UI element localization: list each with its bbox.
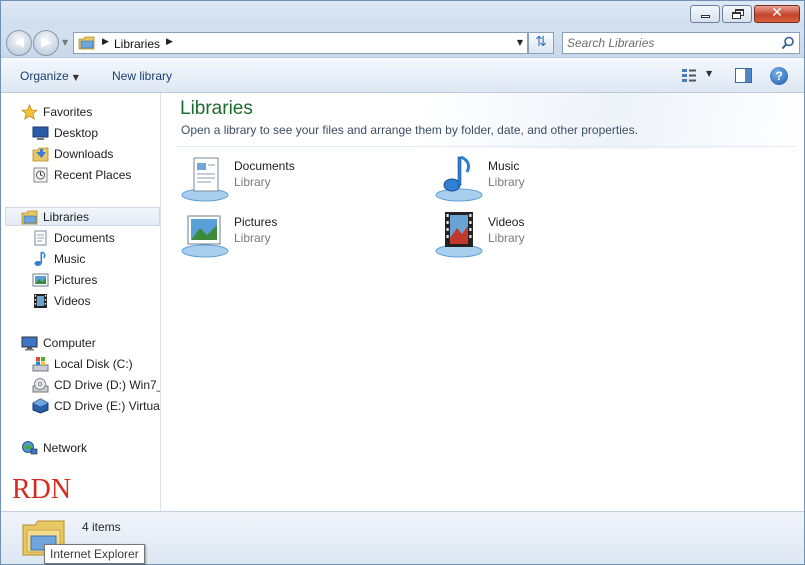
- documents-library-icon: [181, 157, 229, 202]
- library-item-videos[interactable]: Videos Library: [434, 210, 664, 260]
- change-view-icon[interactable]: [681, 68, 697, 82]
- sidebar-item-favorites[interactable]: Favorites: [21, 102, 160, 121]
- sidebar-item-pictures[interactable]: Pictures: [32, 270, 160, 289]
- caption-buttons: ✕: [688, 5, 800, 23]
- back-button[interactable]: ◀: [6, 30, 32, 56]
- navigation-pane: Favorites Desktop Downloads Recent Place…: [1, 93, 161, 511]
- item-count: 4 items: [82, 520, 121, 534]
- videos-icon: [34, 293, 47, 308]
- breadcrumb-chevron-icon[interactable]: ▶: [102, 37, 109, 47]
- forward-button[interactable]: ▶: [33, 30, 59, 56]
- library-type: Library: [234, 231, 271, 245]
- local-disk-icon: [32, 356, 49, 371]
- breadcrumb-libraries[interactable]: Libraries: [114, 37, 160, 51]
- new-library-button[interactable]: New library: [112, 69, 172, 83]
- preview-pane-icon[interactable]: [735, 68, 752, 83]
- search-box[interactable]: [562, 32, 800, 54]
- recent-places-icon: [33, 167, 48, 182]
- computer-icon: [21, 336, 38, 350]
- network-icon: [22, 440, 38, 454]
- sidebar-item-local-disk[interactable]: Local Disk (C:): [32, 354, 160, 373]
- refresh-icon: ⇅: [535, 34, 547, 50]
- videos-library-icon: [435, 212, 483, 258]
- minimize-button[interactable]: [690, 5, 720, 23]
- sidebar-item-cd-drive-e[interactable]: CD Drive (E:) VirtualB: [32, 396, 160, 415]
- close-icon: ✕: [771, 5, 783, 21]
- organize-button[interactable]: Organize ▼: [20, 69, 79, 83]
- sidebar-item-computer[interactable]: Computer: [21, 333, 160, 352]
- library-type: Library: [488, 175, 525, 189]
- library-item-pictures[interactable]: Pictures Library: [180, 210, 410, 260]
- breadcrumb-chevron-icon[interactable]: ▶: [166, 37, 173, 47]
- pictures-library-icon: [181, 215, 229, 258]
- sidebar-item-downloads[interactable]: Downloads: [32, 144, 160, 163]
- explorer-window: ✕ ◀ ▶ ▼ ▶ Libraries ▶ ▼ ⇅ Orga: [0, 0, 805, 565]
- sidebar-item-documents[interactable]: Documents: [32, 228, 160, 247]
- downloads-folder-icon: [32, 147, 49, 161]
- title-bar: ✕: [1, 1, 804, 29]
- libraries-folder-icon: [78, 36, 95, 50]
- details-pane: 4 items Internet Explorer: [1, 511, 804, 564]
- view-options-dropdown-icon[interactable]: ▼: [706, 69, 712, 78]
- libraries-folder-icon: [21, 210, 38, 224]
- sidebar-item-cd-drive-d[interactable]: CD Drive (D:) Win7_E: [32, 375, 160, 394]
- library-name: Pictures: [234, 215, 278, 229]
- library-type: Library: [488, 231, 525, 245]
- sidebar-item-recent-places[interactable]: Recent Places: [32, 165, 160, 184]
- star-icon: [21, 103, 38, 120]
- recent-pages-dropdown[interactable]: ▼: [62, 38, 68, 47]
- close-button[interactable]: ✕: [754, 5, 800, 23]
- restore-button[interactable]: [722, 5, 752, 23]
- virtualbox-cd-icon: [32, 397, 49, 414]
- page-subtitle: Open a library to see your files and arr…: [181, 123, 638, 137]
- page-title: Libraries: [180, 98, 253, 119]
- documents-icon: [34, 230, 47, 245]
- chevron-down-icon: ▼: [72, 73, 79, 82]
- library-name: Videos: [488, 215, 525, 229]
- navigation-bar: ◀ ▶ ▼ ▶ Libraries ▶ ▼ ⇅: [1, 29, 804, 57]
- content-pane: Libraries Open a library to see your fil…: [162, 93, 804, 511]
- divider: [176, 146, 796, 147]
- sidebar-item-libraries[interactable]: Libraries: [5, 207, 160, 226]
- forward-arrow-icon: ▶: [41, 35, 51, 50]
- cd-drive-icon: [32, 377, 49, 392]
- back-arrow-icon: ◀: [14, 35, 24, 50]
- watermark-text: RDN: [12, 474, 72, 505]
- organize-label: Organize: [20, 69, 69, 83]
- address-dropdown-icon[interactable]: ▼: [517, 38, 523, 47]
- tooltip: Internet Explorer: [44, 544, 145, 564]
- music-library-icon: [435, 155, 483, 202]
- sidebar-item-music[interactable]: Music: [32, 249, 160, 268]
- desktop-icon: [32, 126, 49, 140]
- search-input[interactable]: [567, 35, 777, 51]
- command-bar: Organize ▼ New library ▼ ?: [1, 57, 804, 93]
- sidebar-item-videos[interactable]: Videos: [32, 291, 160, 310]
- search-icon[interactable]: [781, 36, 795, 50]
- music-note-icon: [34, 250, 46, 266]
- address-bar[interactable]: ▶ Libraries ▶ ▼: [73, 32, 528, 54]
- library-type: Library: [234, 175, 271, 189]
- library-name: Documents: [234, 159, 295, 173]
- pictures-icon: [32, 273, 49, 286]
- sidebar-item-desktop[interactable]: Desktop: [32, 123, 160, 142]
- library-item-documents[interactable]: Documents Library: [180, 154, 410, 204]
- library-item-music[interactable]: Music Library: [434, 154, 664, 204]
- help-icon[interactable]: ?: [770, 67, 788, 85]
- sidebar-item-network[interactable]: Network: [21, 438, 160, 457]
- library-name: Music: [488, 159, 520, 173]
- refresh-button[interactable]: ⇅: [528, 32, 554, 54]
- minimize-icon: [701, 15, 710, 18]
